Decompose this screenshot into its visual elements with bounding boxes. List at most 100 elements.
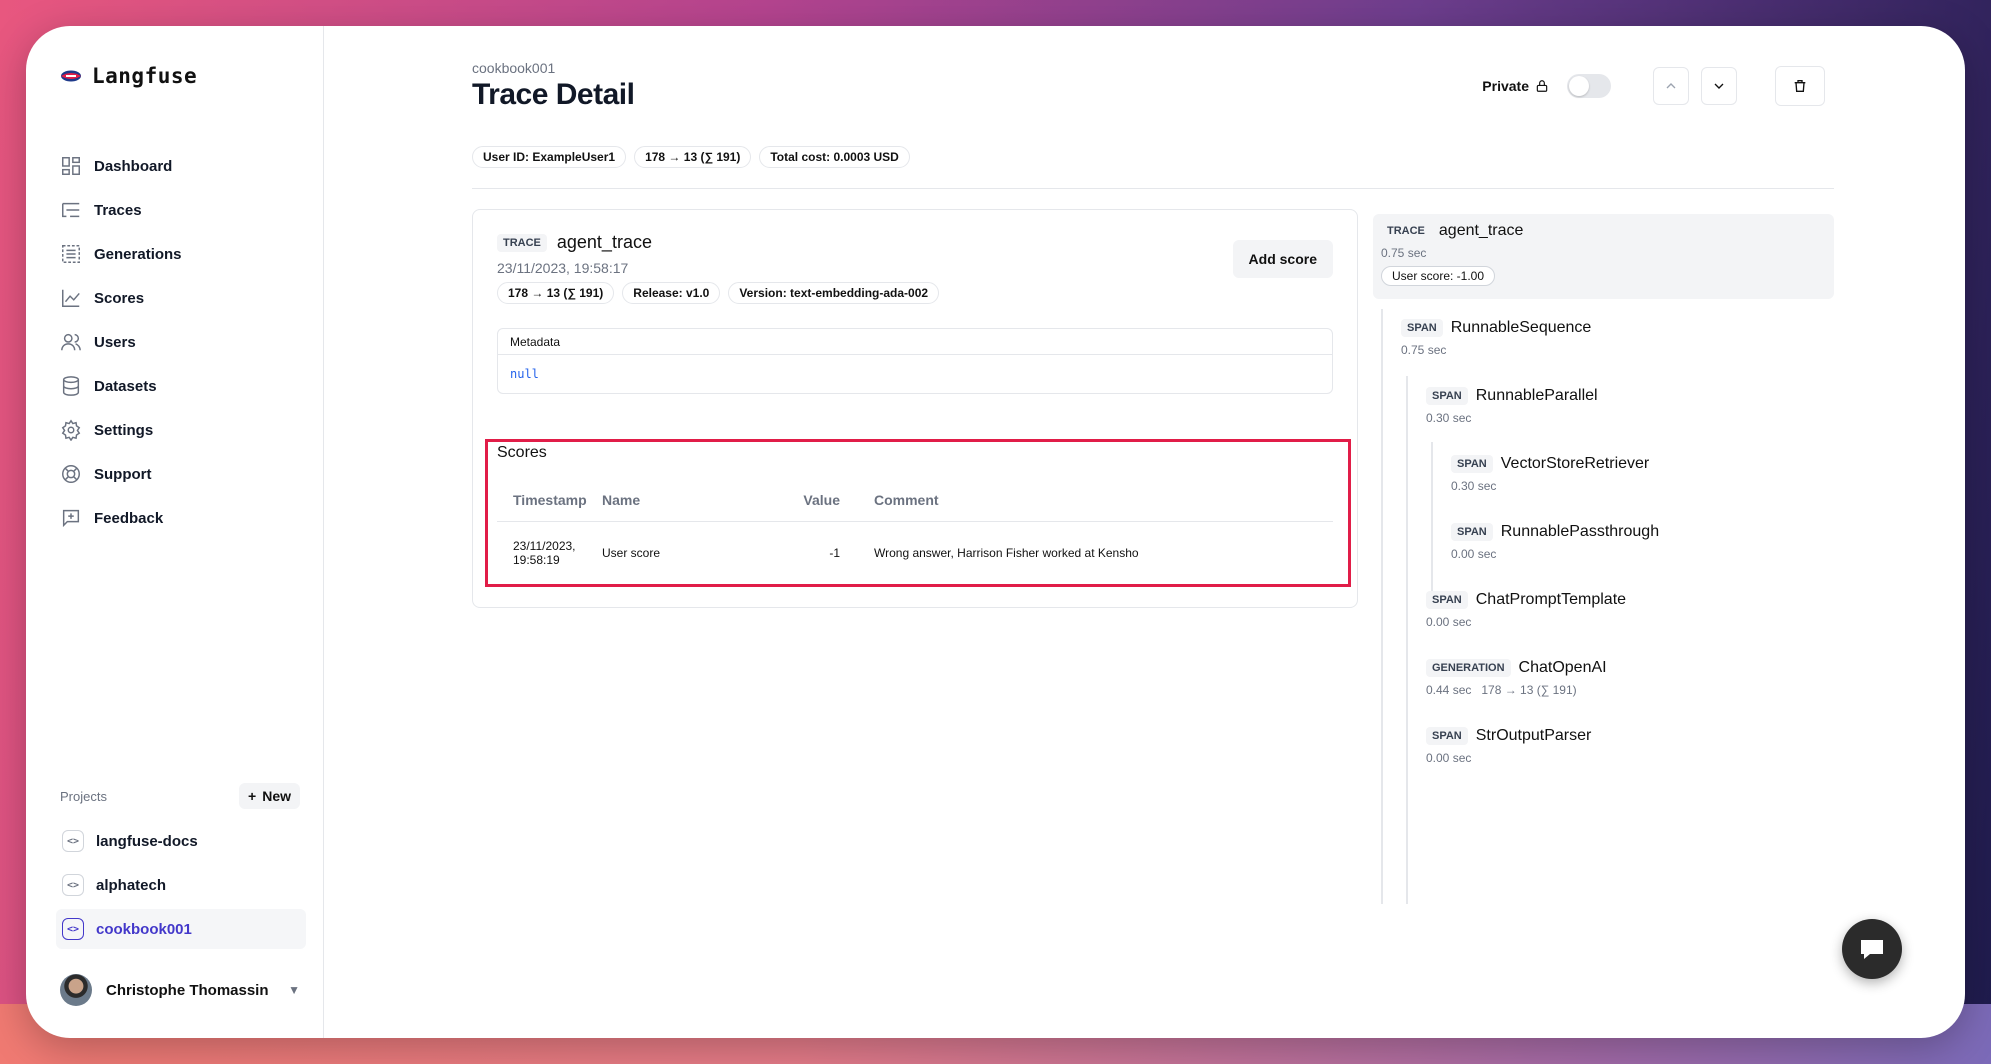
private-toggle[interactable]: [1567, 74, 1611, 98]
node-name: ChatOpenAI: [1518, 659, 1607, 676]
node-tag: SPAN: [1426, 387, 1468, 405]
trace-timestamp: 23/11/2023, 19:58:17: [497, 260, 629, 276]
project-label: langfuse-docs: [96, 832, 198, 850]
tree-node-chat-prompt-template[interactable]: SPAN ChatPromptTemplate 0.00 sec: [1426, 591, 1626, 629]
sidebar-item-support[interactable]: Support: [60, 452, 310, 496]
node-duration: 0.75 sec: [1381, 246, 1427, 260]
tree-node-chat-openai[interactable]: GENERATION ChatOpenAI 0.44 sec 178 → 13 (…: [1426, 659, 1607, 697]
node-name: ChatPromptTemplate: [1475, 591, 1627, 608]
column-header-comment: Comment: [874, 491, 939, 508]
sidebar-item-generations[interactable]: Generations: [60, 232, 310, 276]
project-label: alphatech: [96, 876, 167, 894]
node-duration: 0.30 sec: [1426, 411, 1472, 425]
users-icon: [61, 333, 81, 351]
tree-node-runnable-sequence[interactable]: SPAN RunnableSequence 0.75 sec: [1401, 319, 1591, 357]
user-menu[interactable]: Christophe Thomassin ▼: [60, 974, 300, 1006]
user-name: Christophe Thomassin: [106, 981, 269, 999]
previous-trace-button[interactable]: [1653, 67, 1689, 105]
sidebar-item-scores[interactable]: Scores: [60, 276, 310, 320]
sidebar-item-dashboard[interactable]: Dashboard: [60, 144, 310, 188]
trace-badges: 178 → 13 (∑ 191) Release: v1.0 Version: …: [497, 282, 940, 304]
project-label: cookbook001: [96, 920, 192, 938]
sidebar-item-datasets[interactable]: Datasets: [60, 364, 310, 408]
project-item-cookbook001[interactable]: <> cookbook001: [56, 909, 306, 949]
plus-icon: +: [248, 788, 257, 804]
logo[interactable]: Langfuse: [60, 64, 197, 88]
support-icon: [62, 465, 80, 483]
divider: [472, 188, 1834, 189]
new-project-button[interactable]: + New: [239, 783, 300, 809]
node-tag: SPAN: [1401, 319, 1443, 337]
project-item-alphatech[interactable]: <> alphatech: [56, 865, 306, 905]
score-time: 19:58:19: [513, 553, 560, 567]
node-duration: 0.44 sec 178 → 13 (∑ 191): [1426, 683, 1577, 697]
code-icon: <>: [62, 874, 84, 896]
sidebar-item-feedback[interactable]: Feedback: [60, 496, 310, 540]
tree-node-runnable-passthrough[interactable]: SPAN RunnablePassthrough 0.00 sec: [1451, 523, 1659, 561]
trace-tree: TRACE agent_trace 0.75 sec User score: -…: [1373, 214, 1834, 904]
new-project-label: New: [262, 788, 291, 804]
sidebar-item-label: Scores: [94, 289, 145, 307]
column-header-timestamp: Timestamp: [513, 491, 587, 508]
metadata-value[interactable]: null: [498, 355, 1332, 393]
score-comment: Wrong answer, Harrison Fisher worked at …: [874, 546, 1139, 560]
chat-icon: [1861, 940, 1883, 959]
chat-widget-button[interactable]: [1842, 919, 1902, 979]
tree-node-vector-store-retriever[interactable]: SPAN VectorStoreRetriever 0.30 sec: [1451, 455, 1649, 493]
projects-header: Projects + New: [60, 783, 300, 809]
sidebar-item-settings[interactable]: Settings: [60, 408, 310, 452]
chevron-down-icon: ▼: [288, 983, 300, 997]
column-header-name: Name: [602, 491, 641, 508]
feedback-icon: [62, 509, 80, 528]
scores-icon: [62, 289, 80, 307]
chevron-up-icon: [1666, 83, 1676, 89]
trace-tag: TRACE: [497, 233, 547, 252]
score-timestamp: 23/11/2023, 19:58:19: [497, 539, 602, 567]
add-score-button[interactable]: Add score: [1232, 240, 1333, 278]
sidebar-item-traces[interactable]: Traces: [60, 188, 310, 232]
tree-node-runnable-parallel[interactable]: SPAN RunnableParallel 0.30 sec: [1426, 387, 1598, 425]
sidebar: Langfuse Dashboard Traces Generations Sc…: [26, 26, 324, 1038]
sidebar-item-users[interactable]: Users: [60, 320, 310, 364]
table-header: Timestamp Name Value Comment: [497, 478, 1333, 522]
breadcrumb[interactable]: cookbook001: [472, 60, 555, 76]
node-tag: GENERATION: [1426, 659, 1511, 677]
node-tag: TRACE: [1381, 222, 1431, 240]
project-item-langfuse-docs[interactable]: <> langfuse-docs: [56, 821, 306, 861]
next-trace-button[interactable]: [1701, 67, 1737, 105]
page-title: Trace Detail: [472, 78, 635, 111]
node-duration: 0.00 sec: [1426, 615, 1472, 629]
app-name: Langfuse: [92, 64, 198, 88]
metadata-panel: Metadata null: [497, 328, 1333, 394]
cost-badge: Total cost: 0.0003 USD: [759, 146, 910, 168]
sidebar-item-label: Datasets: [94, 377, 157, 395]
tree-node-root[interactable]: TRACE agent_trace 0.75 sec User score: -…: [1373, 214, 1834, 299]
node-duration: 0.00 sec: [1451, 547, 1497, 561]
node-name: agent_trace: [1438, 222, 1524, 239]
trace-summary-badges: User ID: ExampleUser1 178 → 13 (∑ 191) T…: [472, 146, 910, 168]
traces-icon: [62, 202, 80, 218]
tokens-badge: 178 → 13 (∑ 191): [634, 146, 752, 168]
sidebar-item-label: Dashboard: [94, 157, 173, 175]
avatar: [60, 974, 92, 1006]
langfuse-logo-icon: [60, 69, 82, 83]
delete-button[interactable]: [1775, 66, 1825, 106]
trace-name: agent_trace: [556, 232, 652, 252]
node-duration: 0.75 sec: [1401, 343, 1447, 357]
version-badge: Version: text-embedding-ada-002: [728, 282, 940, 304]
node-tag: SPAN: [1426, 727, 1468, 745]
table-row: 23/11/2023, 19:58:19 User score -1 Wrong…: [497, 522, 1333, 584]
score-value: -1: [829, 546, 840, 560]
tree-guide-line: [1406, 376, 1408, 904]
tree-guide-line: [1431, 442, 1433, 600]
score-date: 23/11/2023,: [513, 539, 576, 553]
sidebar-item-label: Feedback: [94, 509, 164, 527]
tree-node-str-output-parser[interactable]: SPAN StrOutputParser 0.00 sec: [1426, 727, 1591, 765]
sidebar-nav: Dashboard Traces Generations Scores User…: [60, 144, 310, 540]
dashboard-icon: [62, 157, 80, 175]
lock-icon: [1536, 80, 1548, 92]
scores-section: Scores Timestamp Name Value Comment 23/1…: [485, 439, 1351, 587]
node-tag: SPAN: [1451, 523, 1493, 541]
generations-icon: [62, 245, 80, 263]
datasets-icon: [62, 376, 80, 396]
